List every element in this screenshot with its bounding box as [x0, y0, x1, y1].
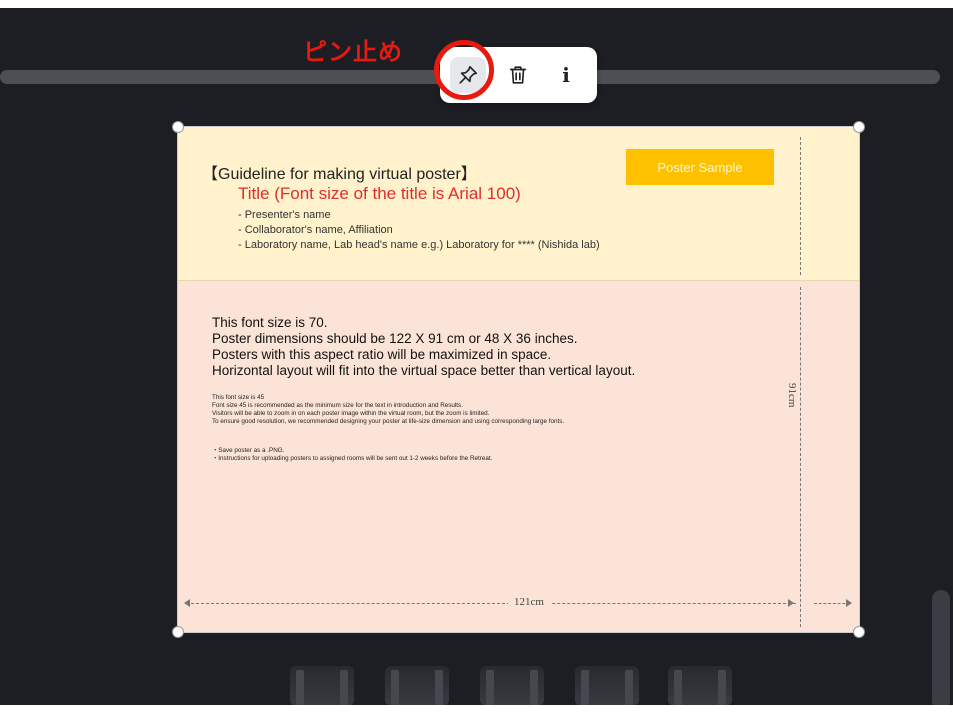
height-dimension-label: 91cm	[786, 379, 798, 412]
poster-header: 【Guideline for making virtual poster】 Ti…	[178, 127, 859, 281]
info-button[interactable]: i	[548, 57, 584, 93]
width-dimension-label: 121cm	[508, 596, 550, 608]
header-line: - Laboratory name, Lab head's name e.g.)…	[238, 239, 600, 251]
note-line: ・Save poster as a .PNG.	[212, 447, 285, 454]
arrow-right-icon	[846, 599, 852, 607]
chair	[575, 666, 639, 705]
width-dimension-line	[186, 603, 796, 604]
header-line: - Presenter's name	[238, 209, 331, 221]
guideline-title: 【Guideline for making virtual poster】	[202, 166, 477, 183]
arrow-left-icon	[184, 599, 190, 607]
resize-handle-top-right[interactable]	[854, 122, 864, 132]
body-line: This font size is 70.	[212, 315, 328, 330]
width-dimension-line	[814, 603, 850, 604]
poster-body-small: This font size is 45 Font size 45 is rec…	[212, 394, 564, 426]
chair	[480, 666, 544, 705]
pin-icon	[459, 65, 478, 84]
pin-annotation-label: ピン止め	[303, 38, 403, 66]
small-line: This font size is 45	[212, 394, 265, 401]
chair	[290, 666, 354, 705]
small-line: To ensure good resolution, we recommende…	[212, 418, 565, 425]
poster-body-main: This font size is 70. Poster dimensions …	[212, 315, 635, 379]
pin-button[interactable]	[450, 57, 486, 93]
small-line: Visitors will be able to zoom in on each…	[212, 410, 490, 417]
chair	[668, 666, 732, 705]
body-line: Poster dimensions should be 122 X 91 cm …	[212, 331, 578, 346]
body-line: Posters with this aspect ratio will be m…	[212, 347, 552, 362]
poster-notes: ・Save poster as a .PNG. ・Instructions fo…	[212, 447, 492, 463]
note-line: ・Instructions for uploading posters to a…	[212, 455, 493, 462]
info-icon: i	[562, 63, 570, 87]
header-line: - Collaborator's name, Affiliation	[238, 224, 393, 236]
small-line: Font size 45 is recommended as the minim…	[212, 402, 463, 409]
resize-handle-top-left[interactable]	[173, 122, 183, 132]
delete-button[interactable]	[500, 57, 536, 93]
object-toolbar: i	[440, 47, 597, 103]
poster-title-line: Title (Font size of the title is Arial 1…	[238, 184, 521, 203]
scroll-rail[interactable]	[932, 590, 950, 705]
body-line: Horizontal layout will fit into the virt…	[212, 363, 636, 378]
trash-icon	[509, 66, 527, 84]
poster-image[interactable]: 【Guideline for making virtual poster】 Ti…	[177, 126, 860, 633]
height-dimension-line	[800, 137, 801, 275]
resize-handle-bottom-left[interactable]	[173, 627, 183, 637]
height-dimension-line	[800, 287, 801, 627]
poster-sample-badge: Poster Sample	[626, 149, 774, 185]
chair	[385, 666, 449, 705]
resize-handle-bottom-right[interactable]	[854, 627, 864, 637]
arrow-right-icon	[788, 599, 794, 607]
